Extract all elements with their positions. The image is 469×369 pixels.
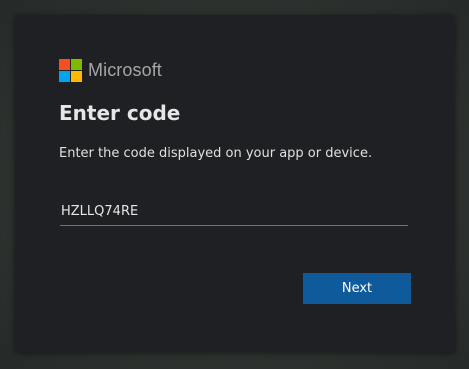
page-title: Enter code: [59, 101, 181, 125]
instruction-text: Enter the code displayed on your app or …: [59, 146, 373, 161]
brand-header: Microsoft: [59, 58, 162, 82]
code-input[interactable]: [60, 198, 408, 226]
enter-code-card: Microsoft Enter code Enter the code disp…: [15, 15, 455, 352]
next-button[interactable]: Next: [303, 273, 411, 304]
microsoft-logo-icon: [59, 58, 82, 82]
brand-name: Microsoft: [88, 59, 162, 80]
